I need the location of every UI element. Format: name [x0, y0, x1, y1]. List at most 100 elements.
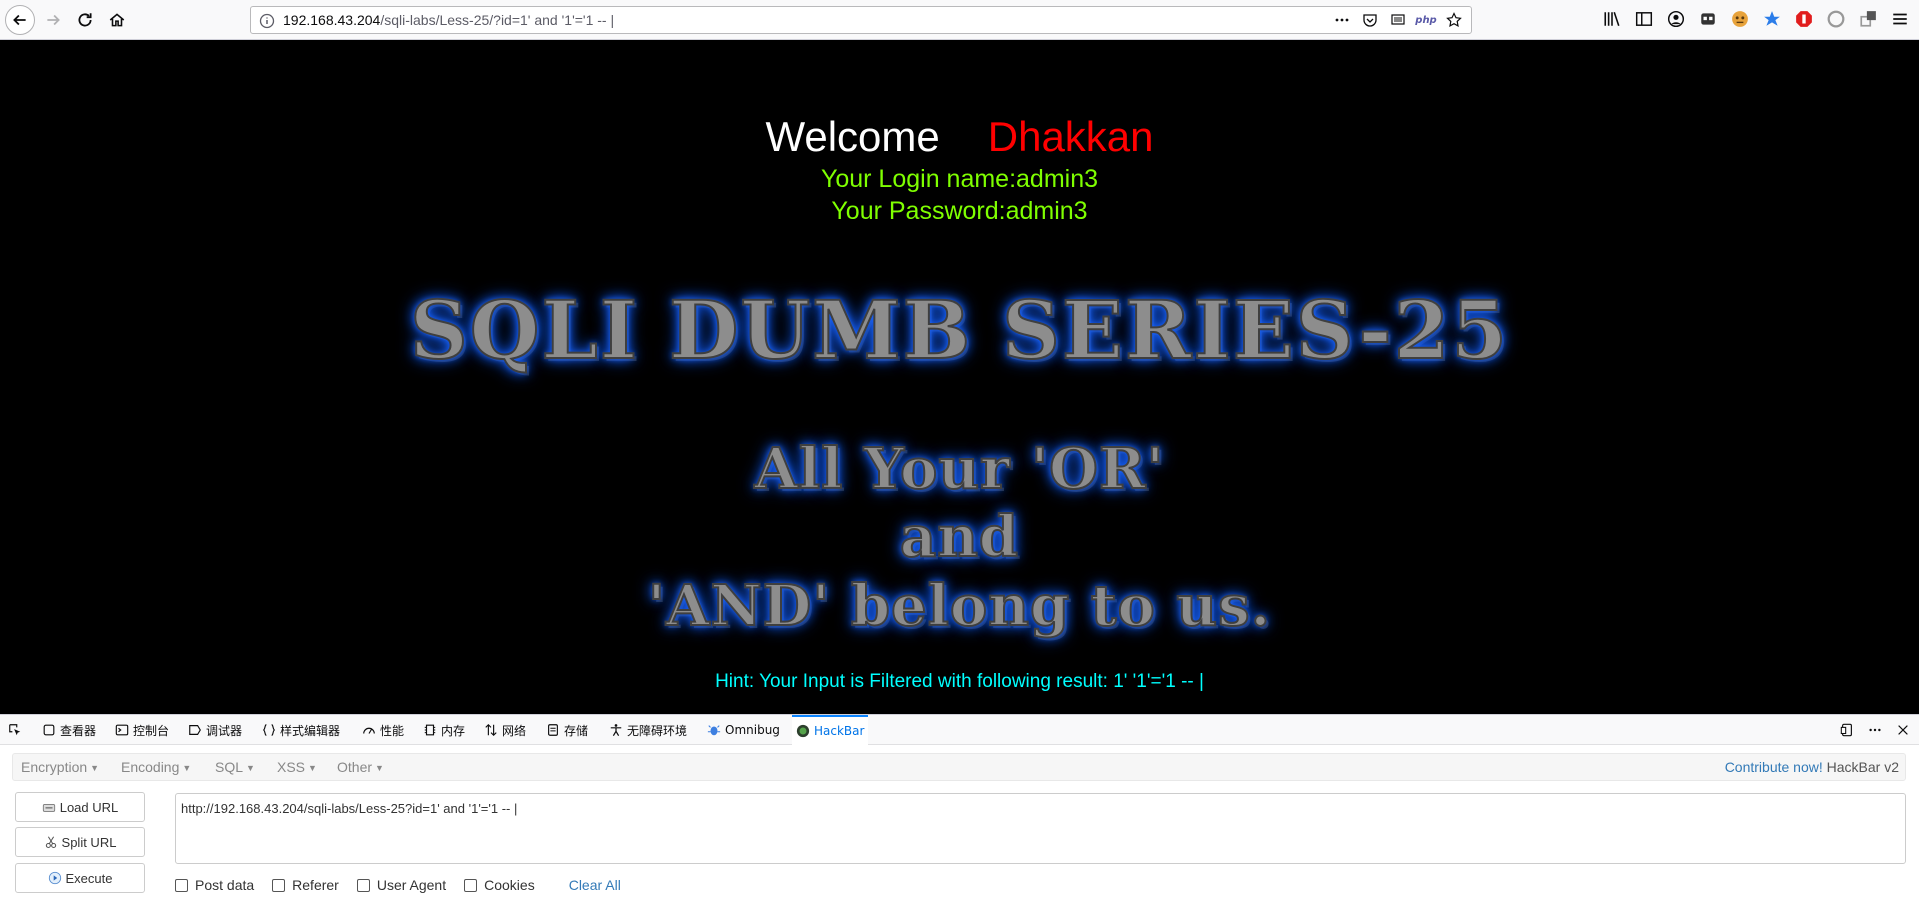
home-button[interactable] — [102, 5, 132, 35]
dock-toggle-icon[interactable] — [1839, 722, 1855, 738]
url-text[interactable]: 192.168.43.204/sqli-labs/Less-25/?id=1' … — [283, 12, 614, 28]
tab-storage[interactable]: 存储 — [546, 715, 588, 745]
pick-element-button[interactable] — [8, 715, 22, 745]
password-text: Your Password:admin3 — [831, 197, 1088, 225]
more-actions-icon[interactable] — [1333, 11, 1351, 29]
back-button[interactable] — [5, 5, 35, 35]
user-agent-checkbox[interactable]: User Agent — [356, 877, 446, 893]
arrow-right-icon — [47, 14, 60, 26]
tab-inspector[interactable]: 查看器 — [42, 715, 96, 745]
menu-encryption[interactable]: Encryption ▼ — [21, 759, 99, 775]
tab-network[interactable]: 网络 — [484, 715, 526, 745]
banner-line-3: 'AND' belong to us. — [647, 572, 1272, 640]
caret-down-icon: ▼ — [308, 763, 317, 774]
bookmark-star-icon[interactable] — [1445, 11, 1463, 29]
menu-sql[interactable]: SQL ▼ — [215, 759, 255, 775]
menu-encoding[interactable]: Encoding ▼ — [121, 759, 191, 775]
execute-button[interactable]: Execute — [15, 863, 145, 893]
performance-icon — [363, 727, 375, 734]
contribute-link[interactable]: Contribute now! — [1725, 759, 1823, 775]
url-host: 192.168.43.204 — [283, 12, 381, 28]
proxy-icon[interactable] — [1827, 10, 1845, 28]
adblock-icon[interactable] — [1795, 10, 1813, 28]
console-icon — [115, 724, 129, 736]
post-data-checkbox[interactable]: Post data — [175, 877, 254, 893]
tampermonkey-icon[interactable] — [1731, 10, 1749, 28]
accessibility-icon — [610, 724, 622, 737]
close-icon[interactable] — [1895, 722, 1911, 738]
network-icon — [485, 723, 497, 737]
menu-label: Encryption — [21, 759, 88, 775]
extension-badge-icon[interactable] — [1859, 10, 1877, 28]
tab-label: 样式编辑器 — [280, 723, 341, 738]
browser-toolbar: 192.168.43.204/sqli-labs/Less-25/?id=1' … — [0, 0, 1919, 40]
login-name-text: Your Login name:admin3 — [820, 165, 1099, 193]
tab-label: 控制台 — [133, 723, 170, 738]
option-label: Cookies — [484, 877, 535, 893]
extension-icons — [1603, 10, 1909, 28]
tab-omnibug[interactable]: Omnibug — [707, 715, 780, 745]
url-textarea[interactable]: http://192.168.43.204/sqli-labs/Less-25?… — [175, 793, 1906, 864]
hint-text: Hint: Your Input is Filtered with follow… — [715, 671, 1204, 692]
welcome-name: Dhakkan — [987, 113, 1154, 160]
tab-memory[interactable]: 内存 — [423, 715, 465, 745]
tab-accessibility[interactable]: 无障碍环境 — [609, 715, 687, 745]
checkbox-box[interactable] — [356, 878, 370, 892]
checkbox-box[interactable] — [464, 878, 478, 892]
reload-icon — [78, 13, 92, 27]
load-url-button[interactable]: Load URL — [15, 792, 145, 822]
tab-debugger[interactable]: 调试器 — [188, 715, 242, 745]
page-actions: php — [1333, 11, 1463, 29]
sidebar-icon[interactable] — [1635, 10, 1653, 28]
checkbox-box[interactable] — [272, 878, 286, 892]
menu-label: Encoding — [121, 759, 180, 775]
menu-other[interactable]: Other ▼ — [337, 759, 384, 775]
inspector-icon — [43, 724, 55, 736]
caret-down-icon: ▼ — [182, 763, 192, 774]
library-icon[interactable] — [1603, 10, 1621, 28]
devtools-menu-icon[interactable] — [1867, 722, 1883, 738]
url-path: /sqli-labs/Less-25/?id=1' and '1'='1 -- … — [380, 12, 615, 28]
screenshot-icon[interactable] — [1389, 11, 1407, 29]
banner-title: SQLI DUMB SERIES-25 — [409, 283, 1509, 377]
arrow-left-icon — [13, 14, 26, 26]
tab-label: 调试器 — [206, 723, 243, 738]
memory-icon — [424, 724, 436, 736]
menu-label: SQL — [215, 759, 244, 775]
hamburger-menu-icon[interactable] — [1891, 10, 1909, 28]
hackbar-menu: Encryption ▼ Encoding ▼ SQL ▼ XSS ▼ Other ▼ C… — [12, 753, 1906, 781]
tab-hackbar[interactable]: HackBar — [792, 715, 869, 745]
container-icon[interactable] — [1699, 10, 1717, 28]
pocket-icon[interactable] — [1361, 11, 1379, 29]
banner-line-1: All Your 'OR' — [753, 435, 1165, 503]
cookies-checkbox[interactable]: Cookies — [464, 877, 535, 893]
wappalyzer-icon[interactable] — [1763, 10, 1781, 28]
menu-label: Other — [337, 759, 373, 775]
php-badge[interactable]: php — [1415, 11, 1436, 29]
devtools-tabbar: 查看器 控制台 调试器 样式编辑器 性能 内存 网络 存储 无障碍环境 Omni… — [0, 715, 1919, 745]
menu-xss[interactable]: XSS ▼ — [277, 759, 317, 775]
omnibug-icon — [707, 725, 721, 736]
load-url-icon — [42, 803, 55, 812]
tab-style-editor[interactable]: 样式编辑器 — [262, 715, 340, 745]
info-icon[interactable] — [259, 13, 275, 29]
checkbox-box[interactable] — [175, 878, 188, 892]
home-icon — [109, 13, 125, 27]
execute-label: Execute — [65, 870, 113, 886]
hackbar-version: HackBar v2 — [1826, 759, 1899, 775]
split-url-button[interactable]: Split URL — [15, 827, 145, 857]
tab-label: 网络 — [502, 723, 527, 738]
account-icon[interactable] — [1667, 10, 1685, 28]
devtools-panel: 查看器 控制台 调试器 样式编辑器 性能 内存 网络 存储 无障碍环境 Omni… — [0, 714, 1919, 905]
tab-performance[interactable]: 性能 — [362, 715, 404, 745]
reload-button[interactable] — [70, 5, 100, 35]
split-url-label: Split URL — [61, 834, 117, 850]
url-bar[interactable]: 192.168.43.204/sqli-labs/Less-25/?id=1' … — [250, 6, 1472, 34]
clear-all-link[interactable]: Clear All — [569, 877, 621, 893]
tab-label: HackBar — [814, 724, 865, 738]
tab-console[interactable]: 控制台 — [115, 715, 169, 745]
tab-label: 无障碍环境 — [627, 723, 688, 738]
storage-icon — [548, 724, 558, 736]
forward-button[interactable] — [38, 5, 68, 35]
referer-checkbox[interactable]: Referer — [272, 877, 339, 893]
